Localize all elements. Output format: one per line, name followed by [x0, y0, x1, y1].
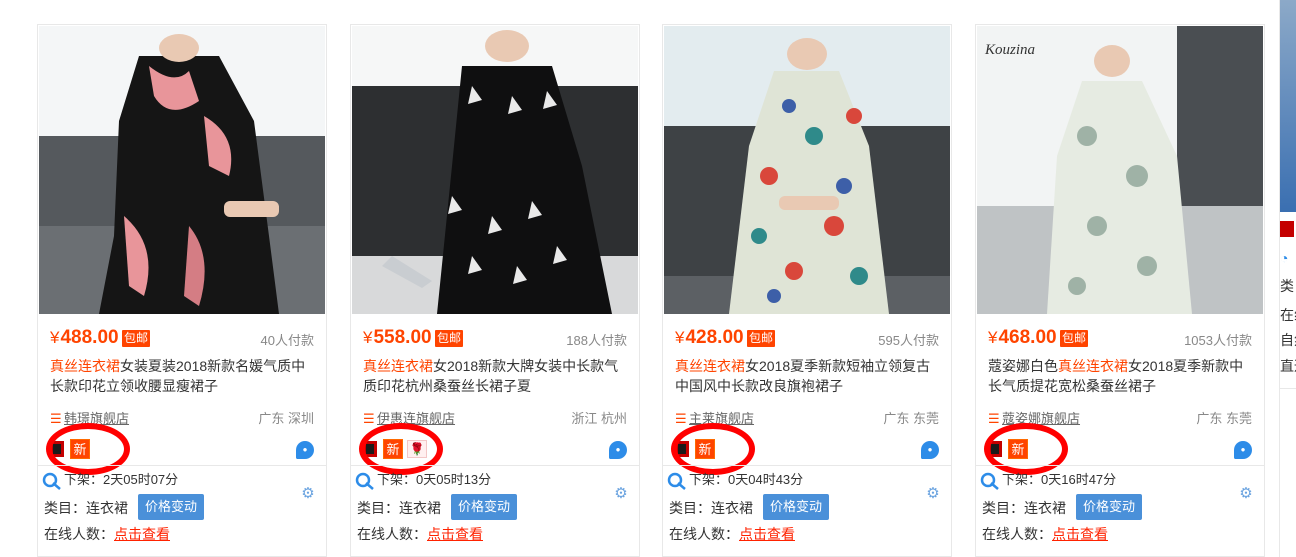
title-keyword: 真丝连衣裙 — [675, 358, 745, 374]
price-change-button[interactable]: 价格变动 — [138, 494, 205, 520]
shop-icon: ☰ — [988, 411, 1000, 426]
qq-icon — [355, 472, 374, 490]
product-image[interactable]: Kouzina — [977, 26, 1263, 314]
online-count: 在线人数：点击查看 — [44, 526, 170, 542]
divider — [38, 465, 326, 466]
sold-count: 188人付款 — [566, 333, 627, 348]
product-title[interactable]: 真丝连衣裙女2018新款大牌女装中长款气质印花杭州桑蚕丝长裙子夏 — [363, 356, 631, 398]
category-label: 类目：连衣裙 — [669, 500, 753, 516]
sold-count: 40人付款 — [260, 333, 314, 348]
product-image[interactable] — [1280, 0, 1296, 212]
category-label: 类目：连衣裙 — [982, 500, 1066, 516]
qq-icon — [980, 472, 999, 490]
qq-icon — [42, 472, 61, 490]
tmall-badge-icon — [1280, 221, 1294, 237]
shop-location: 广东 东莞 — [883, 411, 939, 426]
shop-icon: ☰ — [50, 411, 62, 426]
qq-icon — [667, 472, 686, 490]
gear-icon[interactable]: ⚙ — [1238, 486, 1254, 502]
free-shipping-badge: 包邮 — [435, 330, 464, 347]
gear-icon[interactable]: ⚙ — [300, 486, 316, 502]
next-card-panel — [1280, 388, 1296, 557]
wangwang-chat-icon[interactable]: ● — [1234, 441, 1252, 459]
shop-icon: ☰ — [363, 411, 375, 426]
category-label: 类目 — [1280, 278, 1296, 294]
annotation-circle — [671, 423, 755, 475]
brand-logo: Kouzina — [984, 42, 1035, 58]
price-change-button[interactable]: 价格变动 — [763, 494, 830, 520]
free-shipping-badge: 包邮 — [747, 330, 776, 347]
category-label: 类目：连衣裙 — [357, 500, 441, 516]
title-keyword: 真丝连衣裙 — [50, 358, 120, 374]
delist-countdown: 下架：0天04时43分 — [667, 469, 803, 490]
product-title[interactable]: 蔻姿娜白色真丝连衣裙女2018夏季新款中长气质提花宽松桑蚕丝裙子 — [988, 356, 1256, 398]
view-online-link[interactable]: 点击查看 — [427, 526, 483, 542]
price-change-button[interactable]: 价格变动 — [451, 494, 518, 520]
wangwang-chat-icon[interactable]: ● — [921, 441, 939, 459]
sold-count: 1053人付款 — [1184, 333, 1252, 348]
product-title[interactable]: 真丝连衣裙女装夏装2018新款名媛气质中长款印花立领收腰显瘦裙子 — [50, 356, 318, 398]
divider — [976, 465, 1264, 466]
free-shipping-badge: 包邮 — [122, 330, 151, 347]
online-count: 在线人数：点击查看 — [669, 526, 795, 542]
view-online-link[interactable]: 点击查看 — [114, 526, 170, 542]
online-count: 在线人数：点击查看 — [357, 526, 483, 542]
shop-location: 广东 东莞 — [1196, 411, 1252, 426]
product-image[interactable] — [664, 26, 950, 314]
product-price: ¥488.00 — [50, 327, 119, 348]
annotation-circle — [46, 423, 130, 475]
product-price: ¥558.00 — [363, 327, 432, 348]
product-image[interactable] — [39, 26, 325, 314]
product-grid: ¥488.00 包邮 40人付款 真丝连衣裙女装夏装2018新款名媛气质中长款印… — [37, 24, 1277, 557]
product-title[interactable]: 真丝连衣裙女2018夏季新款短袖立领复古中国风中长款改良旗袍裙子 — [675, 356, 943, 398]
online-count: 在线人数：点击查看 — [982, 526, 1108, 542]
next-product-card-partial[interactable]: ◔ 类目 在线 自然 直通 — [1279, 0, 1296, 557]
wangwang-chat-icon[interactable]: ● — [609, 441, 627, 459]
shop-location: 浙江 杭州 — [571, 411, 627, 426]
title-keyword: 真丝连衣裙 — [363, 358, 433, 374]
annotation-circle — [359, 423, 443, 475]
product-card[interactable]: ¥558.00 包邮 188人付款 真丝连衣裙女2018新款大牌女装中长款气质印… — [350, 24, 640, 557]
divider — [663, 465, 951, 466]
product-price: ¥428.00 — [675, 327, 744, 348]
gear-icon[interactable]: ⚙ — [613, 486, 629, 502]
product-card[interactable]: ¥488.00 包邮 40人付款 真丝连衣裙女装夏装2018新款名媛气质中长款印… — [37, 24, 327, 557]
sold-count: 595人付款 — [878, 333, 939, 348]
product-card[interactable]: ¥428.00 包邮 595人付款 真丝连衣裙女2018夏季新款短袖立领复古中国… — [662, 24, 952, 557]
divider — [351, 465, 639, 466]
shop-icon: ☰ — [675, 411, 687, 426]
delist-countdown: 下架：2天05时07分 — [42, 469, 178, 490]
title-keyword: 真丝连衣裙 — [1058, 358, 1128, 374]
annotation-circle — [984, 423, 1068, 475]
product-price: ¥468.00 — [988, 327, 1057, 348]
online-count: 在线 — [1280, 307, 1296, 323]
view-online-link[interactable]: 点击查看 — [739, 526, 795, 542]
gear-icon[interactable]: ⚙ — [925, 486, 941, 502]
delist-countdown: 下架：0天05时13分 — [355, 469, 491, 490]
delist-countdown: 下架：0天16时47分 — [980, 469, 1116, 490]
product-image[interactable] — [352, 26, 638, 314]
category-label: 类目：连衣裙 — [44, 500, 128, 516]
view-online-link[interactable]: 点击查看 — [1052, 526, 1108, 542]
shop-location: 广东 深圳 — [258, 411, 314, 426]
through-train-label: 直通 — [1280, 358, 1296, 374]
free-shipping-badge: 包邮 — [1060, 330, 1089, 347]
natural-search-label: 自然 — [1280, 332, 1296, 348]
product-card[interactable]: Kouzina ¥468.00 包邮 1053人付款 蔻姿娜白色真丝连衣裙女20… — [975, 24, 1265, 557]
wangwang-chat-icon[interactable]: ● — [296, 441, 314, 459]
price-change-button[interactable]: 价格变动 — [1076, 494, 1143, 520]
qq-icon: ◔ — [1280, 250, 1289, 266]
